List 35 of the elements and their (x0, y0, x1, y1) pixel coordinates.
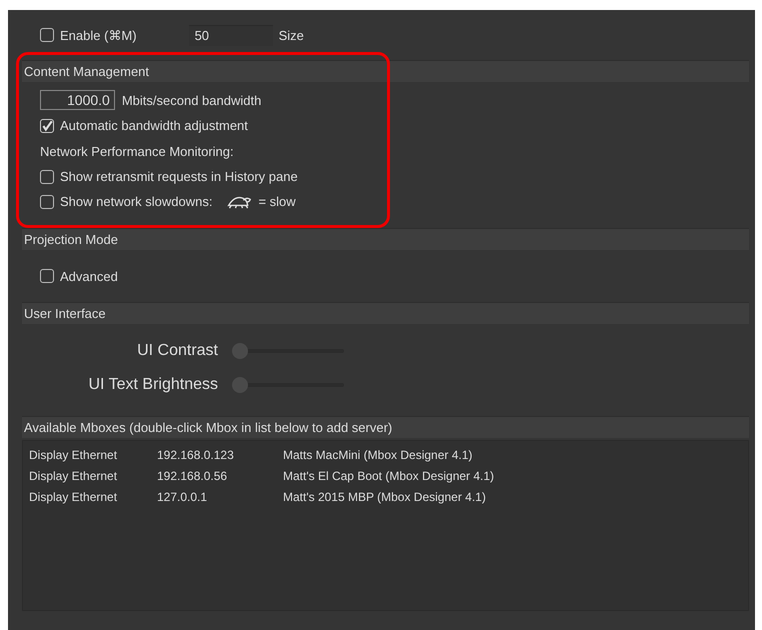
list-cell[interactable]: Matt's El Cap Boot (Mbox Designer 4.1) (283, 468, 494, 482)
slider-thumb[interactable] (232, 377, 248, 393)
checkbox-label: Advanced (60, 268, 118, 284)
section-header: User Interface (22, 302, 749, 324)
slider[interactable] (232, 343, 344, 359)
slider-label: UI Contrast (136, 342, 219, 360)
checkbox-label: Show retransmit requests in History pane (60, 169, 298, 184)
list-cell[interactable]: 192.168.0.123 (157, 448, 283, 462)
bandwidth-label: Mbits/second bandwidth (122, 92, 262, 108)
checkbox[interactable] (40, 269, 54, 283)
list-cell[interactable]: 192.168.0.56 (157, 468, 283, 482)
section-header: Available Mboxes (double-click Mbox in list below to add server) (22, 416, 749, 438)
monitoring-label: Network Performance Monitoring: (40, 144, 234, 158)
section-header: Projection Mode (22, 228, 749, 250)
section-header: Content Management (22, 60, 749, 82)
checkbox[interactable] (40, 118, 54, 132)
size-label: Size (278, 28, 304, 42)
slider-thumb[interactable] (232, 343, 248, 359)
checkbox[interactable] (40, 28, 54, 42)
checkbox[interactable] (40, 194, 54, 208)
bandwidth-field[interactable]: 1000.0 (40, 90, 115, 110)
list-cell[interactable]: Display Ethernet (29, 468, 157, 482)
slider[interactable] (232, 377, 344, 393)
list-cell[interactable]: Display Ethernet (29, 448, 157, 462)
list-cell[interactable]: Matt's 2015 MBP (Mbox Designer 4.1) (283, 490, 486, 504)
list-cell[interactable]: Matts MacMini (Mbox Designer 4.1) (283, 448, 472, 462)
turtle-icon (226, 194, 252, 208)
list-cell[interactable]: Display Ethernet (29, 490, 157, 504)
checkbox-label: Show network slowdowns: (60, 194, 212, 209)
checkbox-label: Enable (⌘M) (60, 28, 137, 42)
list-cell[interactable]: 127.0.0.1 (157, 490, 283, 504)
slider-label: UI Text Brightness (87, 376, 219, 394)
checkbox-label: Automatic bandwidth adjustment (60, 118, 248, 133)
checkbox[interactable] (40, 170, 54, 184)
slow-legend: = slow (258, 194, 296, 209)
